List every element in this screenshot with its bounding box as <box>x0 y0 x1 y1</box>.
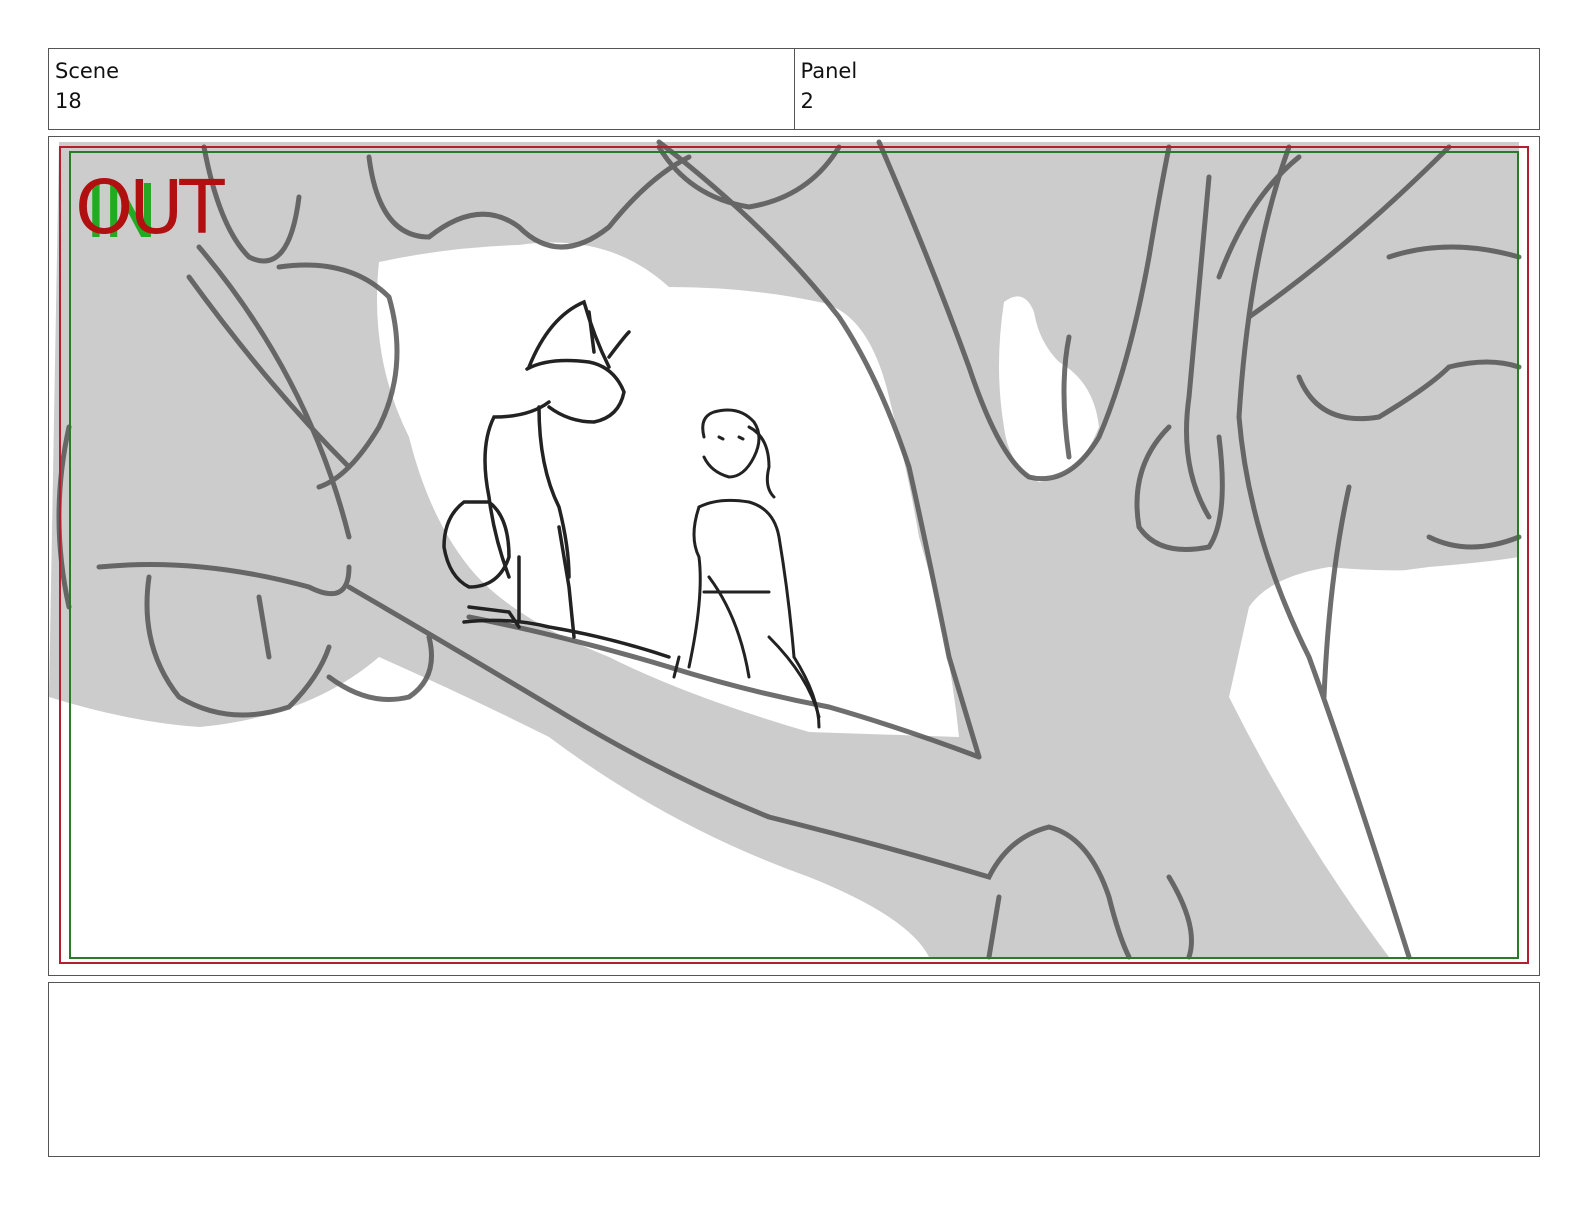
notes-box[interactable] <box>48 982 1540 1157</box>
storyboard-header: Scene 18 Panel 2 <box>48 48 1540 130</box>
storyboard-panel: IN OUT <box>48 136 1540 976</box>
scene-label: Scene <box>55 59 120 83</box>
panel-label: Panel <box>800 59 858 83</box>
scene-cell: Scene 18 <box>49 49 794 129</box>
panel-sketch: IN OUT <box>49 139 1522 960</box>
panel-number[interactable]: 2 <box>801 86 1534 116</box>
panel-cell: Panel 2 <box>793 49 1540 129</box>
scene-number[interactable]: 18 <box>55 86 788 116</box>
out-marker: OUT <box>75 165 225 251</box>
